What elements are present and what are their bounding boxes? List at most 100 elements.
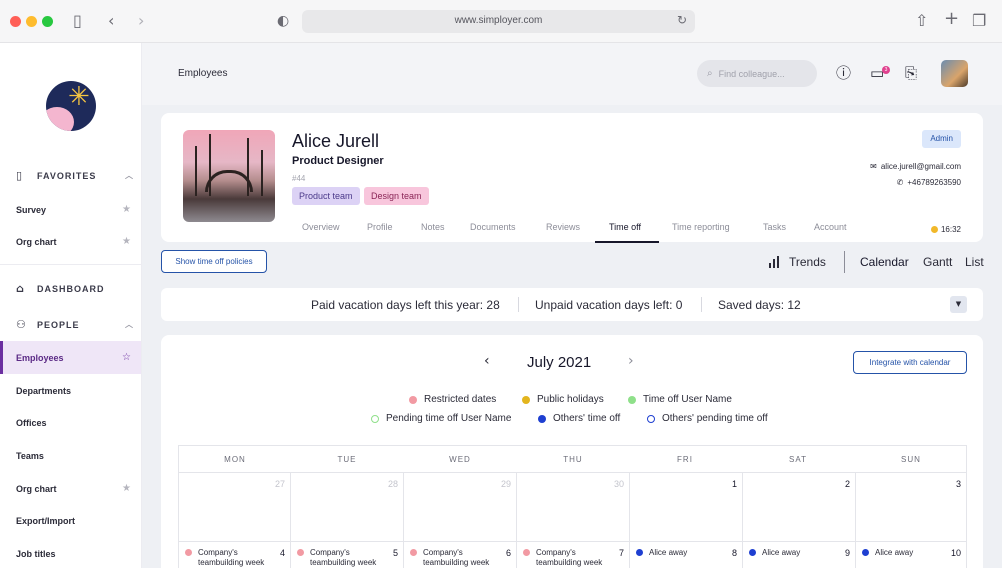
calendar-month: July 2021 — [527, 354, 592, 371]
calendar-day[interactable]: 4 Company's teambuilding week — [178, 542, 291, 568]
share-icon[interactable]: ⇧ — [915, 11, 928, 31]
browser-chrome: ▯ ‹ › ◐ www.simployer.com ↻ ⇧ + ❐ — [0, 0, 1002, 43]
legend-public-holidays: Public holidays — [522, 394, 604, 405]
previous-month-button[interactable]: ‹ — [484, 353, 490, 369]
calendar-day[interactable]: 3 — [856, 473, 967, 542]
shield-icon[interactable]: ◐ — [277, 11, 289, 31]
next-month-button[interactable]: › — [628, 353, 634, 369]
calendar-day[interactable]: 2 — [743, 473, 856, 542]
calendar-event[interactable]: Company's teambuilding week — [297, 548, 387, 568]
calendar-day[interactable]: 10 Alice away — [856, 542, 967, 568]
people-header[interactable]: ⚇ PEOPLE ︿ — [16, 318, 134, 331]
chevron-down-icon[interactable]: ▼ — [950, 296, 967, 313]
help-icon[interactable]: ⓘ — [836, 64, 851, 82]
company-logo[interactable]: ✳ — [46, 81, 96, 131]
address-bar[interactable]: www.simployer.com ↻ — [302, 10, 695, 33]
legend-restricted-dates: Restricted dates — [409, 394, 496, 405]
chevron-right-icon[interactable]: › — [138, 11, 144, 31]
zoom-window-button[interactable] — [42, 16, 53, 27]
tab-tasks[interactable]: Tasks — [763, 222, 786, 232]
tab-time-reporting[interactable]: Time reporting — [672, 222, 730, 232]
integrate-with-calendar-button[interactable]: Integrate with calendar — [853, 351, 967, 374]
tab-account[interactable]: Account — [814, 222, 847, 232]
tag-product-team[interactable]: Product team — [292, 187, 360, 205]
tab-reviews[interactable]: Reviews — [546, 222, 580, 232]
sidebar-item-departments[interactable]: Departments — [0, 374, 141, 407]
view-trends[interactable]: Trends — [789, 255, 826, 269]
sidebar-item-export-import[interactable]: Export/Import — [0, 504, 141, 537]
sidebar-item-org-chart[interactable]: Org chart ★ — [0, 472, 141, 505]
sidebar-divider — [0, 264, 141, 265]
calendar-event[interactable]: Alice away — [749, 548, 839, 558]
saved-days: Saved days: 12 — [718, 298, 801, 312]
tab-overview[interactable]: Overview — [302, 222, 340, 232]
calendar-day[interactable]: 30 — [517, 473, 630, 542]
star-icon[interactable]: ★ — [122, 483, 131, 494]
calendar-day[interactable]: 7 Company's teambuilding week — [517, 542, 630, 568]
day-number: 28 — [387, 479, 398, 489]
avatar[interactable] — [941, 60, 968, 87]
star-icon[interactable]: ★ — [122, 204, 131, 215]
sidebar-item-teams[interactable]: Teams — [0, 439, 141, 472]
sidebar-icon[interactable]: ▯ — [73, 11, 82, 31]
calendar-event[interactable]: Company's teambuilding week — [523, 548, 613, 568]
calendar-event[interactable]: Company's teambuilding week — [185, 548, 275, 568]
search-input[interactable]: ⌕ Find colleague... — [697, 60, 817, 87]
sidebar-item-survey[interactable]: Survey ★ — [0, 193, 141, 226]
reload-icon[interactable]: ↻ — [677, 13, 687, 27]
sidebar-item-org-chart-favorite[interactable]: Org chart ★ — [0, 225, 141, 258]
minimize-window-button[interactable] — [26, 16, 37, 27]
sidebar-item-job-titles[interactable]: Job titles — [0, 537, 141, 568]
tabs-icon[interactable]: ❐ — [972, 11, 986, 31]
calendar-day[interactable]: 28 — [291, 473, 404, 542]
phone-contact[interactable]: ✆ +46789263590 — [897, 178, 961, 187]
view-gantt[interactable]: Gantt — [923, 255, 952, 269]
tab-time-off[interactable]: Time off — [609, 222, 641, 232]
tab-documents[interactable]: Documents — [470, 222, 516, 232]
active-tab-indicator — [595, 241, 659, 243]
profile-photo — [183, 130, 275, 222]
favorites-label: FAVORITES — [37, 170, 97, 181]
plus-icon[interactable]: + — [944, 9, 959, 29]
star-outline-icon[interactable]: ☆ — [122, 352, 131, 363]
sidebar-item-dashboard[interactable]: ⌂ DASHBOARD — [16, 282, 134, 295]
show-time-off-policies-button[interactable]: Show time off policies — [161, 250, 267, 273]
weekday-sat: SAT — [789, 455, 807, 464]
calendar-event[interactable]: Company's teambuilding week — [410, 548, 500, 568]
tab-notes[interactable]: Notes — [421, 222, 445, 232]
calendar-day[interactable]: 9 Alice away — [743, 542, 856, 568]
view-list[interactable]: List — [965, 255, 984, 269]
calendar-day[interactable]: 27 — [178, 473, 291, 542]
email-contact[interactable]: ✉ alice.jurell@gmail.com — [870, 162, 961, 171]
sidebar-item-offices[interactable]: Offices — [0, 406, 141, 439]
calendar-event[interactable]: Alice away — [636, 548, 726, 558]
weekday-tue: TUE — [337, 455, 357, 464]
view-calendar[interactable]: Calendar — [860, 255, 909, 269]
calendar-day[interactable]: 29 — [404, 473, 517, 542]
calendar-day[interactable]: 8 Alice away — [630, 542, 743, 568]
chevron-left-icon[interactable]: ‹ — [108, 11, 114, 31]
employee-title: Product Designer — [292, 155, 384, 167]
inbox-icon[interactable]: ⎘ — [905, 64, 917, 82]
sidebar-item-employees[interactable]: Employees ☆ — [0, 341, 141, 374]
calendar-day[interactable]: 1 — [630, 473, 743, 542]
summary-separator — [518, 297, 519, 312]
day-number: 1 — [731, 479, 737, 489]
calendar-event[interactable]: Alice away — [862, 548, 952, 558]
star-icon[interactable]: ★ — [122, 236, 131, 247]
tab-profile[interactable]: Profile — [367, 222, 393, 232]
legend-dot — [371, 414, 379, 423]
favorites-header[interactable]: ▯ FAVORITES ︿ — [16, 169, 134, 182]
calendar-day[interactable]: 6 Company's teambuilding week — [404, 542, 517, 568]
day-number: 6 — [505, 548, 511, 558]
calendar-day[interactable]: 5 Company's teambuilding week — [291, 542, 404, 568]
day-number: 30 — [613, 479, 624, 489]
event-dot — [297, 549, 304, 556]
legend-others-time-off: Others' time off — [538, 413, 620, 424]
legend-dot — [628, 395, 636, 404]
chart-icon — [769, 256, 781, 268]
close-window-button[interactable] — [10, 16, 21, 27]
breadcrumb[interactable]: Employees — [178, 68, 227, 79]
unpaid-vacation-days: Unpaid vacation days left: 0 — [535, 298, 683, 312]
tag-design-team[interactable]: Design team — [364, 187, 429, 205]
